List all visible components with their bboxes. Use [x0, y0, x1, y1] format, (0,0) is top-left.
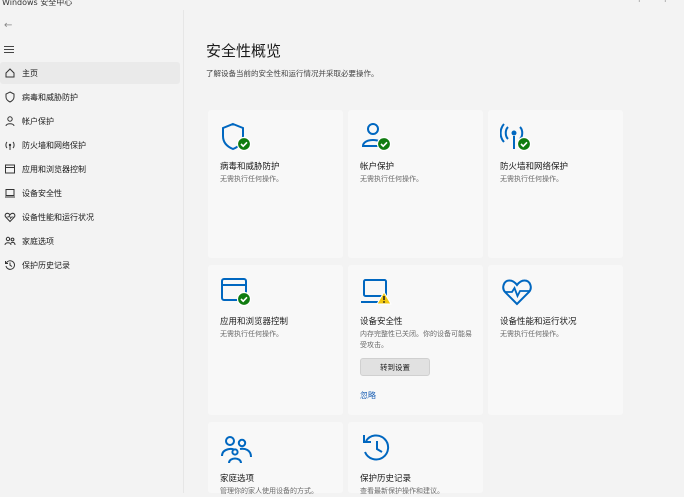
- card-title: 防火墙和网络保护: [500, 162, 569, 172]
- back-arrow-icon[interactable]: ←: [4, 20, 12, 31]
- person-icon: [5, 116, 15, 127]
- hamburger-menu-icon[interactable]: [4, 44, 14, 55]
- family-icon: [4, 236, 16, 246]
- minimize-button[interactable]: ‧: [638, 0, 641, 6]
- page-subtitle: 了解设备当前的安全性和运行情况并采取必要操作。: [206, 69, 379, 78]
- card-description: 无需执行任何操作。: [360, 175, 423, 183]
- sidebar-item-label: 设备性能和运行状况: [22, 212, 94, 222]
- sidebar-item-app-browser-control[interactable]: 应用和浏览器控制: [0, 158, 180, 180]
- maximize-button[interactable]: ‧: [664, 0, 667, 6]
- go-to-settings-button[interactable]: 转到设置: [360, 358, 430, 376]
- sidebar-item-home[interactable]: 主页: [0, 62, 180, 84]
- browser-check-icon: [221, 278, 252, 307]
- card-title: 设备性能和运行状况: [500, 317, 577, 327]
- card-account-protection[interactable]: 帐户保护 无需执行任何操作。: [348, 110, 483, 258]
- card-device-performance[interactable]: 设备性能和运行状况 无需执行任何操作。: [488, 265, 623, 415]
- heart-icon: [4, 212, 16, 223]
- sidebar-item-virus-protection[interactable]: 病毒和威胁防护: [0, 86, 180, 108]
- card-title: 保护历史记录: [360, 474, 412, 484]
- card-description: 无需执行任何操作。: [220, 175, 283, 183]
- history-icon: [5, 260, 15, 270]
- shield-check-icon: [222, 122, 252, 152]
- ignore-link[interactable]: 忽略: [360, 390, 376, 401]
- family-icon: [221, 436, 252, 464]
- sidebar-item-firewall[interactable]: 防火墙和网络保护: [0, 134, 180, 156]
- card-virus-protection[interactable]: 病毒和威胁防护 无需执行任何操作。: [208, 110, 343, 258]
- sidebar-item-family-options[interactable]: 家庭选项: [0, 230, 180, 252]
- card-description: 查看最新保护操作和建议。: [360, 487, 444, 495]
- sidebar-item-label: 设备安全性: [22, 188, 62, 198]
- wifi-icon: [5, 141, 15, 150]
- page-title: 安全性概览: [206, 42, 282, 60]
- card-description: 无需执行任何操作。: [220, 330, 283, 338]
- history-icon: [363, 434, 390, 461]
- sidebar-item-label: 应用和浏览器控制: [22, 164, 86, 174]
- heart-pulse-icon: [502, 279, 532, 306]
- sidebar-item-label: 病毒和威胁防护: [22, 92, 78, 102]
- home-icon: [5, 68, 15, 78]
- sidebar-item-label: 家庭选项: [22, 236, 54, 246]
- laptop-icon: [5, 189, 15, 198]
- main-content: 安全性概览 了解设备当前的安全性和运行情况并采取必要操作。 病毒和威胁防护 无需…: [183, 10, 684, 495]
- sidebar-item-label: 防火墙和网络保护: [22, 140, 86, 150]
- sidebar-item-label: 帐户保护: [22, 116, 54, 126]
- title-bar: Windows 安全中心 ‧ ‧: [0, 0, 684, 10]
- sidebar-item-device-security[interactable]: 设备安全性: [0, 182, 180, 204]
- card-firewall[interactable]: 防火墙和网络保护 无需执行任何操作。: [488, 110, 623, 258]
- antenna-check-icon: [500, 123, 532, 152]
- sidebar-item-device-performance[interactable]: 设备性能和运行状况: [0, 206, 180, 228]
- browser-icon: [5, 164, 15, 174]
- card-device-security[interactable]: 设备安全性 内存完整性已关闭。你的设备可能易受攻击。 转到设置 忽略: [348, 265, 483, 415]
- app-title: Windows 安全中心: [2, 0, 73, 7]
- card-description: 内存完整性已关闭。你的设备可能易受攻击。: [360, 330, 472, 349]
- card-title: 设备安全性: [360, 317, 403, 327]
- card-family-options[interactable]: 家庭选项 管理你的家人使用设备的方式。: [208, 422, 343, 495]
- card-title: 应用和浏览器控制: [220, 317, 289, 327]
- card-app-browser-control[interactable]: 应用和浏览器控制 无需执行任何操作。: [208, 265, 343, 415]
- sidebar-item-label: 主页: [22, 68, 38, 78]
- sidebar-item-account-protection[interactable]: 帐户保护: [0, 110, 180, 132]
- card-description: 无需执行任何操作。: [500, 175, 563, 183]
- card-title: 病毒和威胁防护: [220, 162, 280, 172]
- sidebar-item-protection-history[interactable]: 保护历史记录: [0, 254, 180, 276]
- sidebar: ← 主页 病毒和威胁防护 帐户保护 防火墙和网络保护 应用和浏览器控制 设备安全…: [0, 10, 183, 493]
- shield-icon: [5, 91, 15, 103]
- card-protection-history[interactable]: 保护历史记录 查看最新保护操作和建议。: [348, 422, 483, 495]
- person-check-icon: [361, 123, 392, 152]
- card-description: 无需执行任何操作。: [500, 330, 563, 338]
- card-description: 管理你的家人使用设备的方式。: [220, 487, 318, 495]
- laptop-warning-icon: [361, 279, 392, 305]
- card-title: 家庭选项: [220, 474, 255, 484]
- sidebar-item-label: 保护历史记录: [22, 260, 70, 270]
- card-title: 帐户保护: [360, 162, 395, 172]
